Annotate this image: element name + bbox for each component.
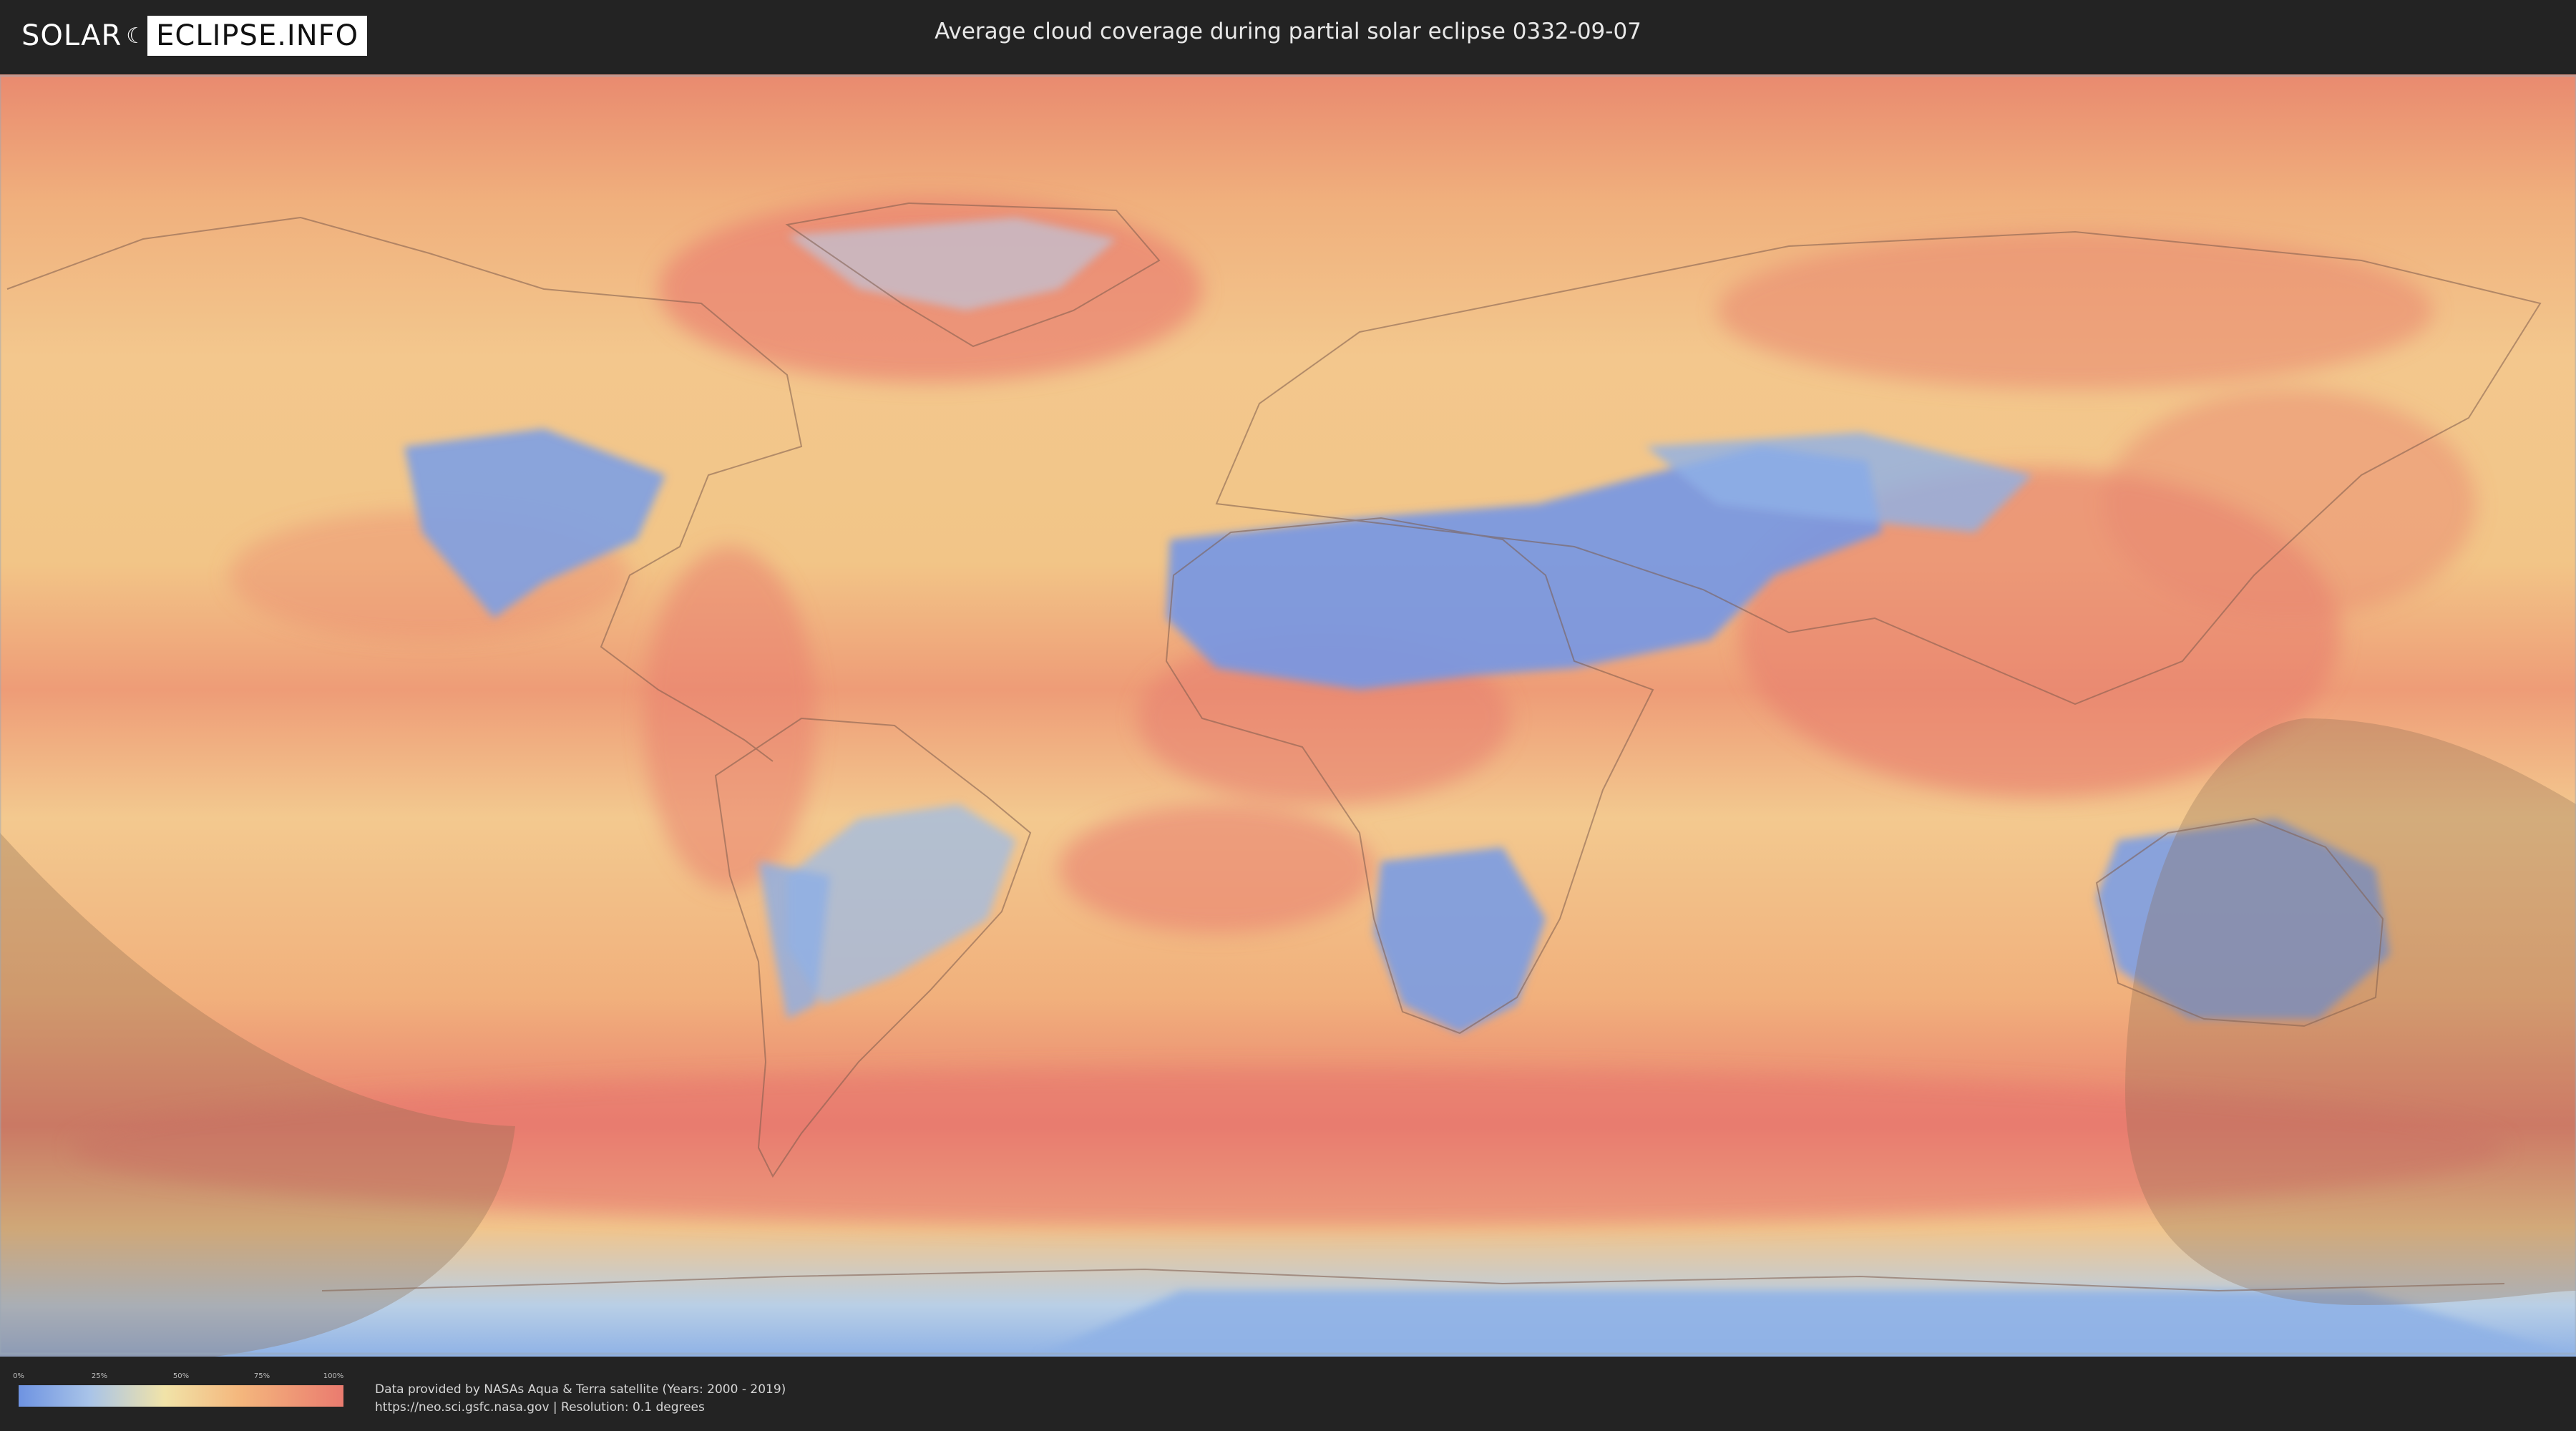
credit-line-source: Data provided by NASAs Aqua & Terra sate… — [375, 1382, 786, 1397]
data-credits: Data provided by NASAs Aqua & Terra sate… — [375, 1381, 786, 1417]
credit-line-url: https://neo.sci.gsfc.nasa.gov | Resoluti… — [375, 1400, 705, 1415]
footer-bar: 0% 25% 50% 75% 100% Data provided by NAS… — [0, 1357, 2576, 1431]
eclipse-visibility-southeast — [2125, 718, 2576, 1305]
legend-tick-75: 75% — [253, 1372, 270, 1380]
legend-tick-25: 25% — [91, 1372, 108, 1380]
legend-color-scale — [19, 1385, 343, 1407]
page-title: Average cloud coverage during partial so… — [935, 19, 1641, 44]
legend-tick-0: 0% — [13, 1372, 24, 1380]
legend-tick-50: 50% — [172, 1372, 190, 1380]
map-canvas — [0, 74, 2576, 1357]
legend-tick-100: 100% — [323, 1372, 344, 1380]
header-bar: SOLAR ☾ ECLIPSE.INFO Average cloud cover… — [0, 0, 2576, 72]
cloud-coverage-map[interactable] — [0, 74, 2576, 1357]
